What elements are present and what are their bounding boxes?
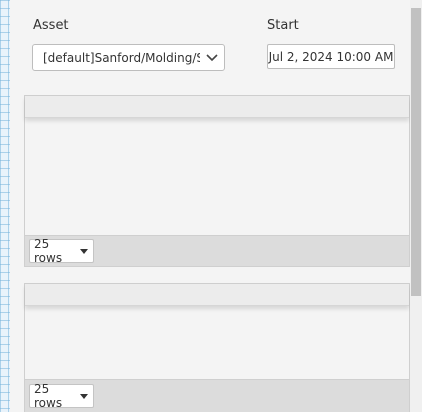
vertical-scrollbar[interactable]: [410, 0, 422, 412]
chevron-down-icon: [200, 45, 224, 70]
table-pager: 25 rows: [25, 379, 409, 412]
asset-label: Asset: [33, 18, 69, 33]
table-header: [25, 284, 409, 306]
rows-per-page-select[interactable]: 25 rows: [29, 237, 94, 265]
start-label: Start: [267, 18, 299, 33]
table-pager: 25 rows: [25, 235, 409, 266]
table-header: [25, 96, 409, 118]
caret-down-icon: [75, 248, 93, 254]
start-date-input[interactable]: Jul 2, 2024 10:00 AM: [267, 44, 395, 69]
start-date-value: Jul 2, 2024 10:00 AM: [268, 49, 394, 64]
rows-per-page-value: 25 rows: [34, 382, 63, 410]
data-table-1: 25 rows: [24, 95, 410, 267]
data-table-2: 25 rows: [24, 283, 410, 412]
asset-dropdown[interactable]: [default]Sanford/Molding/SB02: [32, 44, 225, 71]
rows-per-page-select[interactable]: 25 rows: [29, 382, 94, 410]
scrollbar-thumb[interactable]: [411, 8, 421, 296]
caret-down-icon: [75, 393, 93, 399]
asset-dropdown-value: [default]Sanford/Molding/SB02: [43, 50, 200, 65]
rows-per-page-value: 25 rows: [34, 237, 63, 265]
